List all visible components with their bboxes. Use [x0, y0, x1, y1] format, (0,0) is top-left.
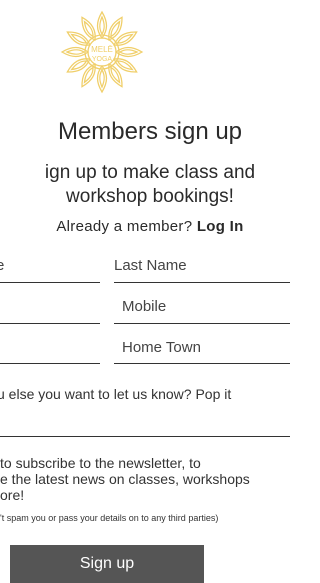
mobile-field[interactable]: Mobile [122, 298, 166, 315]
field-underline-left[interactable] [0, 363, 100, 364]
logo-text-line1: MELĒ [91, 45, 113, 54]
newsletter-line-3: ore! [0, 487, 25, 503]
last-name-field[interactable]: Last Name [114, 257, 187, 274]
mobile-underline [114, 323, 290, 324]
member-question: Already a member? [56, 218, 193, 235]
mele-yoga-logo: MELĒ YOGA [58, 8, 146, 96]
page-title: Members sign up [57, 118, 243, 145]
logo-text-line2: YOGA [92, 56, 113, 63]
subtitle-line-2: workshop bookings! [66, 186, 234, 207]
newsletter-line-2: e the latest news on classes, workshops [0, 471, 250, 487]
home-town-underline [114, 363, 290, 364]
last-name-underline [114, 282, 290, 283]
first-name-field[interactable]: e [0, 257, 4, 274]
newsletter-line-1: to subscribe to the newsletter, to [0, 455, 201, 471]
email-underline[interactable] [0, 323, 100, 324]
privacy-note: 't spam you or pass your details on to a… [0, 513, 219, 523]
message-underline[interactable] [0, 436, 290, 437]
newsletter-text: to subscribe to the newsletter, to e the… [0, 455, 250, 503]
first-name-underline [0, 282, 100, 283]
home-town-field[interactable]: Home Town [122, 339, 201, 356]
subtitle-line-1: ign up to make class and [44, 162, 256, 183]
page-subtitle: ign up to make class and workshop bookin… [0, 161, 310, 209]
sign-up-button[interactable]: Sign up [10, 545, 204, 583]
member-login-prompt: Already a member? Log In [0, 218, 310, 235]
login-link[interactable]: Log In [197, 218, 244, 235]
message-prompt: u else you want to let us know? Pop it [0, 386, 232, 402]
